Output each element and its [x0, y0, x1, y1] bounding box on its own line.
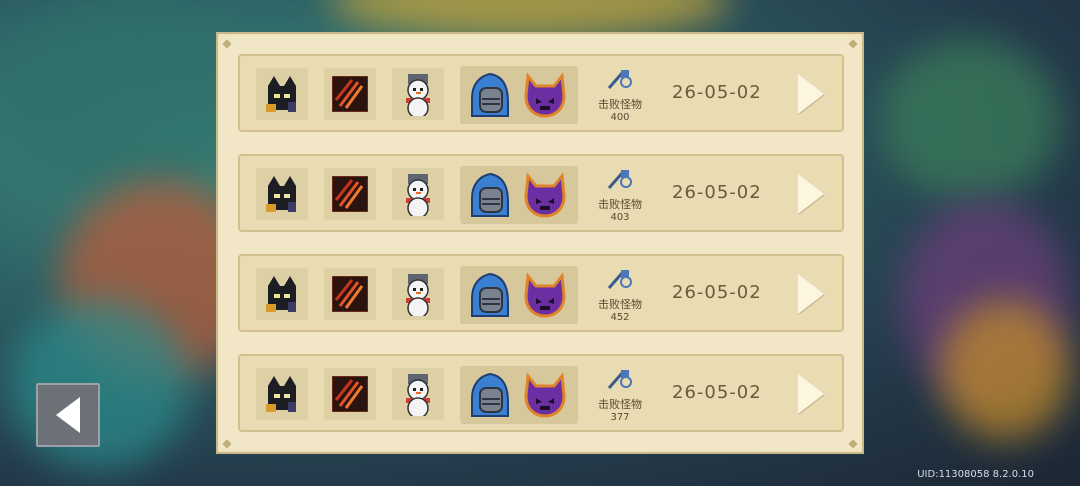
equipment-group	[460, 266, 578, 324]
arrow-right-icon[interactable]	[798, 374, 824, 414]
sword-kill-icon	[607, 170, 632, 189]
kill-label: 击败怪物	[598, 98, 642, 111]
kill-stat: 击败怪物 452	[592, 268, 648, 323]
dark-knight-character-icon	[256, 268, 308, 320]
record-date: 26-05-02	[672, 282, 762, 303]
kill-label: 击败怪物	[598, 398, 642, 411]
blue-knight-helmet-icon	[468, 272, 512, 322]
claw-slash-skill-icon	[324, 168, 376, 220]
corner-ornament: ◆	[222, 36, 232, 50]
record-date: 26-05-02	[672, 182, 762, 203]
kill-stat: 击败怪物 403	[592, 168, 648, 223]
kill-count: 403	[610, 212, 630, 223]
kill-stat: 击败怪物 377	[592, 368, 648, 423]
purple-demon-mask-icon	[522, 372, 568, 422]
claw-slash-skill-icon	[324, 68, 376, 120]
equipment-group	[460, 366, 578, 424]
record-date: 26-05-02	[672, 382, 762, 403]
kill-count: 400	[610, 112, 630, 123]
dark-knight-character-icon	[256, 168, 308, 220]
snowman-pet-icon	[392, 68, 444, 120]
kill-label: 击败怪物	[598, 298, 642, 311]
blue-knight-helmet-icon	[468, 172, 512, 222]
claw-slash-skill-icon	[324, 368, 376, 420]
dark-knight-character-icon	[256, 68, 308, 120]
blue-knight-helmet-icon	[468, 372, 512, 422]
claw-slash-skill-icon	[324, 268, 376, 320]
snowman-pet-icon	[392, 268, 444, 320]
corner-ornament: ◆	[848, 436, 858, 450]
snowman-pet-icon	[392, 368, 444, 420]
dark-knight-character-icon	[256, 368, 308, 420]
kill-stat: 击败怪物 400	[592, 68, 648, 123]
snowman-pet-icon	[392, 168, 444, 220]
arrow-left-icon	[56, 397, 80, 433]
purple-demon-mask-icon	[522, 72, 568, 122]
arrow-right-icon[interactable]	[798, 274, 824, 314]
equipment-group	[460, 66, 578, 124]
sword-kill-icon	[607, 370, 632, 389]
corner-ornament: ◆	[848, 36, 858, 50]
record-row[interactable]: 击败怪物 400 26-05-02	[238, 54, 844, 132]
sword-kill-icon	[607, 70, 632, 89]
purple-demon-mask-icon	[522, 272, 568, 322]
uid-version-label: UID:11308058 8.2.0.10	[917, 469, 1034, 480]
sword-kill-icon	[607, 270, 632, 289]
history-panel: ◆ ◆ ◆ ◆ 击败怪物 400 26-05-02 击败怪物 403 26-05…	[216, 32, 864, 454]
kill-label: 击败怪物	[598, 198, 642, 211]
corner-ornament: ◆	[222, 436, 232, 450]
blue-knight-helmet-icon	[468, 72, 512, 122]
record-row[interactable]: 击败怪物 403 26-05-02	[238, 154, 844, 232]
arrow-right-icon[interactable]	[798, 174, 824, 214]
kill-count: 377	[610, 412, 630, 423]
kill-count: 452	[610, 312, 630, 323]
arrow-right-icon[interactable]	[798, 74, 824, 114]
record-date: 26-05-02	[672, 82, 762, 103]
record-row[interactable]: 击败怪物 452 26-05-02	[238, 254, 844, 332]
equipment-group	[460, 166, 578, 224]
record-row[interactable]: 击败怪物 377 26-05-02	[238, 354, 844, 432]
purple-demon-mask-icon	[522, 172, 568, 222]
back-button[interactable]	[36, 383, 100, 447]
